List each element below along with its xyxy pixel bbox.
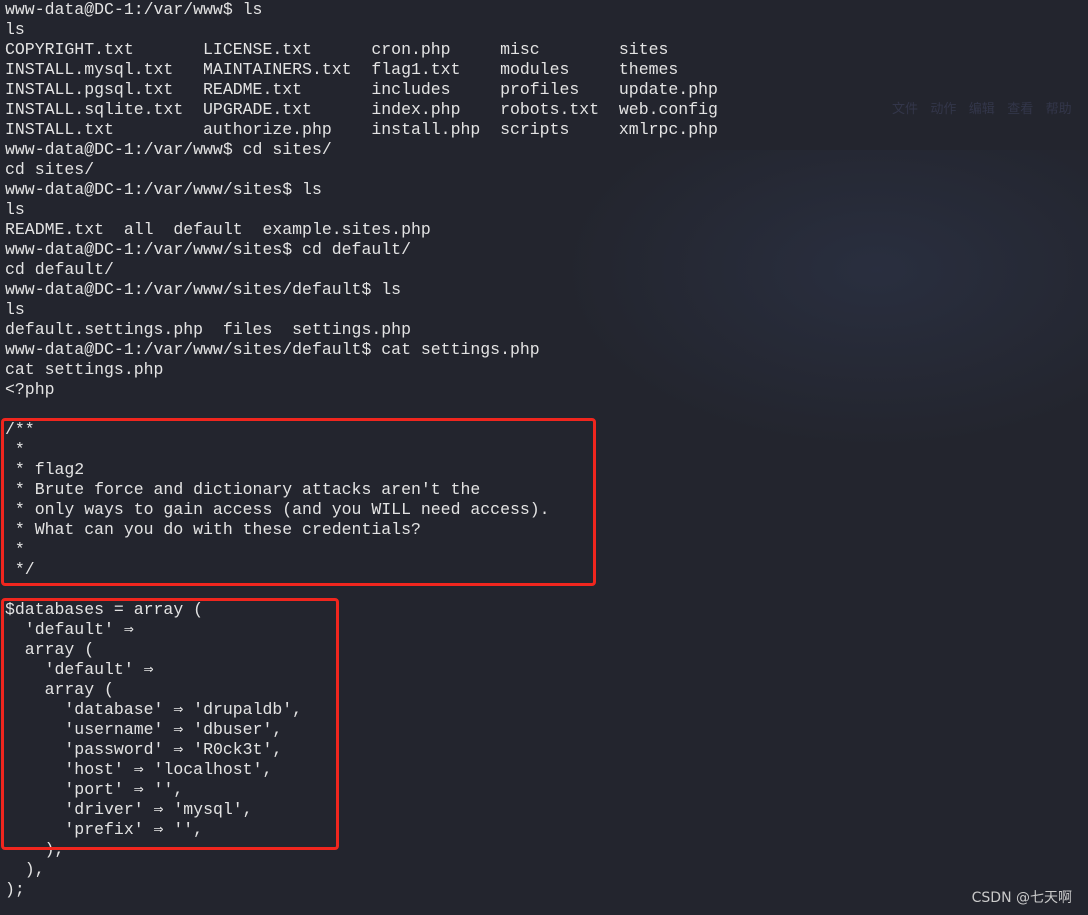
terminal-line: COPYRIGHT.txt LICENSE.txt cron.php misc … xyxy=(5,40,669,59)
background-terminal-menu: 文件 动作 编辑 查看 帮助 xyxy=(892,102,1072,117)
terminal-line: cd default/ xyxy=(5,260,114,279)
terminal-line: INSTALL.txt authorize.php install.php sc… xyxy=(5,120,718,139)
terminal-line: www-data@DC-1:/var/www/sites$ ls xyxy=(5,180,322,199)
highlight-box-flag2-comment xyxy=(1,418,596,586)
highlight-box-database-credentials xyxy=(1,598,339,850)
terminal-line: www-data@DC-1:/var/www/sites/default$ ls xyxy=(5,280,402,299)
terminal-line: www-data@DC-1:/var/www/sites$ cd default… xyxy=(5,240,411,259)
terminal-line: cat settings.php xyxy=(5,360,164,379)
terminal-line: www-data@DC-1:/var/www$ cd sites/ xyxy=(5,140,332,159)
terminal-line: cd sites/ xyxy=(5,160,95,179)
terminal-line: www-data@DC-1:/var/www/sites/default$ ca… xyxy=(5,340,540,359)
terminal-line: INSTALL.sqlite.txt UPGRADE.txt index.php… xyxy=(5,100,718,119)
terminal-line: www-data@DC-1:/var/www$ ls xyxy=(5,0,263,19)
terminal-line: INSTALL.pgsql.txt README.txt includes pr… xyxy=(5,80,718,99)
terminal-line: ls xyxy=(5,300,25,319)
terminal-line: default.settings.php files settings.php xyxy=(5,320,411,339)
terminal-line: <?php xyxy=(5,380,55,399)
terminal-line: ls xyxy=(5,20,25,39)
watermark: CSDN @七天啊 xyxy=(971,890,1072,906)
terminal-line: README.txt all default example.sites.php xyxy=(5,220,431,239)
terminal-line: ls xyxy=(5,200,25,219)
terminal-line: ); xyxy=(5,880,25,899)
terminal-line: INSTALL.mysql.txt MAINTAINERS.txt flag1.… xyxy=(5,60,679,79)
terminal-line: ), xyxy=(5,860,45,879)
